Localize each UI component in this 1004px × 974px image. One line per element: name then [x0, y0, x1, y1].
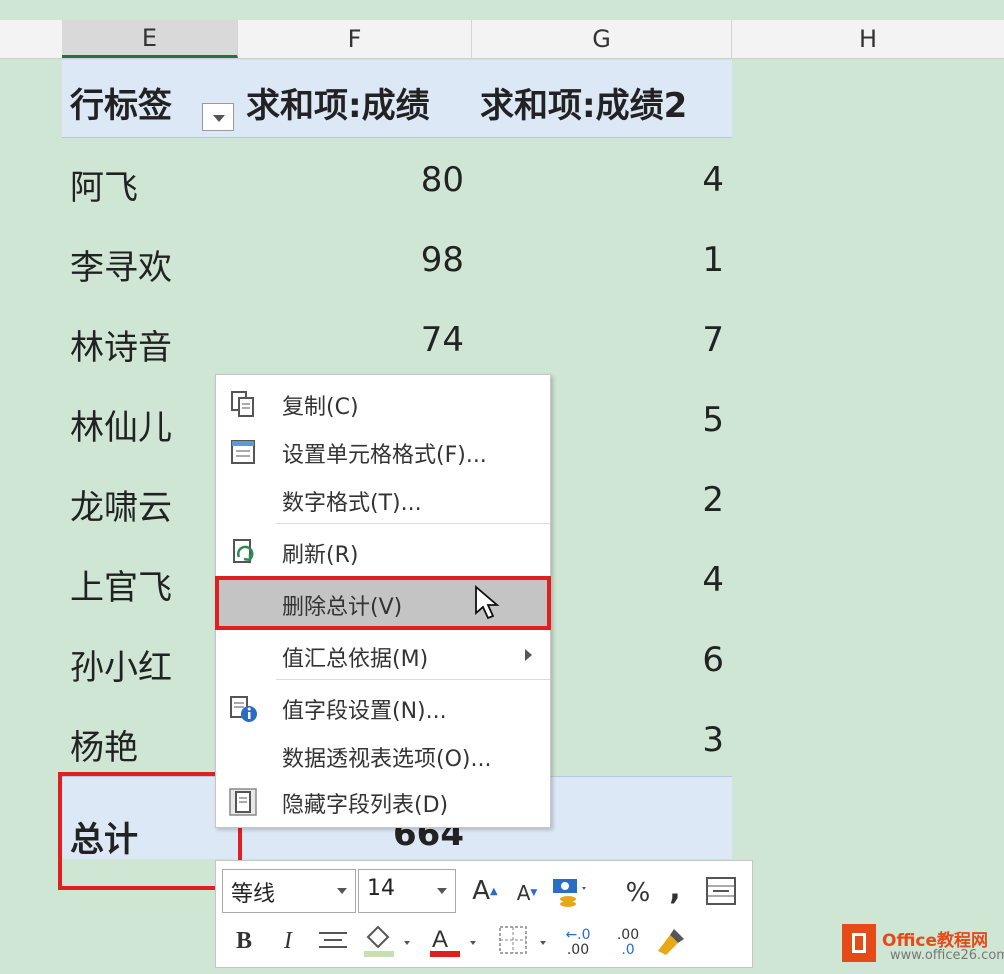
- column-header-g[interactable]: G: [472, 20, 732, 58]
- increase-decimal-arrow-icon: ←.0: [565, 927, 591, 943]
- wrap-text-icon[interactable]: [704, 875, 738, 907]
- increase-decimal-label: .00: [566, 942, 590, 958]
- bold-button[interactable]: B: [230, 921, 258, 961]
- field-settings-icon: [230, 696, 257, 722]
- chevron-down-icon: [437, 888, 447, 894]
- column-header-bar: E F G H: [0, 20, 1004, 59]
- column-label: E: [141, 23, 158, 52]
- menu-item-label: 隐藏字段列表(D): [282, 793, 449, 818]
- menu-item-copy[interactable]: 复制(C): [216, 379, 550, 429]
- menu-item-label: 数据透视表选项(O)...: [282, 747, 492, 772]
- row-rank: 2: [702, 480, 724, 520]
- menu-item-pivot-options[interactable]: 数据透视表选项(O)...: [216, 731, 550, 781]
- remove-grand-total-highlight-box: [215, 576, 551, 630]
- menu-item-summarize-by[interactable]: 值汇总依据(M): [216, 631, 550, 681]
- increase-font-size-icon[interactable]: A ▲: [468, 871, 502, 911]
- menu-item-refresh[interactable]: 刷新(R): [216, 527, 550, 577]
- refresh-icon: [233, 539, 254, 563]
- menu-item-label: 复制(C): [282, 395, 359, 420]
- filter-dropdown-button[interactable]: [202, 103, 234, 131]
- percent-style-button[interactable]: %: [618, 873, 658, 913]
- column-header-f[interactable]: F: [238, 20, 472, 58]
- menu-item-label: 刷新(R): [282, 543, 359, 568]
- sum-score2-header[interactable]: 求和项:成绩2: [480, 78, 687, 127]
- font-color-letter: A: [432, 926, 448, 953]
- font-color-icon[interactable]: A: [426, 923, 482, 959]
- row-rank: 1: [702, 240, 724, 280]
- row-name: 杨艳: [70, 728, 138, 768]
- accounting-format-icon[interactable]: [550, 873, 590, 909]
- row-name: 上官飞: [70, 568, 172, 608]
- font-name-combo[interactable]: 等线: [222, 869, 356, 913]
- decrease-decimal-button[interactable]: .00 .0: [608, 925, 648, 961]
- submenu-arrow-icon: [525, 649, 532, 661]
- menu-item-number-format[interactable]: 数字格式(T)...: [216, 475, 550, 525]
- mini-toolbar: 等线 14 A ▲ A ▼ % , B I A ←.0 .00 .00 .0: [215, 860, 753, 968]
- column-label: F: [347, 25, 362, 53]
- column-header-e[interactable]: E: [62, 20, 238, 58]
- fill-color-icon[interactable]: [360, 923, 416, 959]
- decrease-font-size-icon[interactable]: A ▼: [510, 875, 544, 911]
- logo-url: www.office26.com: [890, 948, 1004, 963]
- row-rank: 6: [702, 640, 724, 680]
- menu-item-format-cells[interactable]: 设置单元格格式(F)...: [216, 427, 550, 477]
- row-rank: 3: [702, 720, 724, 760]
- font-name-value: 等线: [231, 882, 276, 907]
- row-rank: 7: [702, 320, 724, 360]
- menu-item-label: 值汇总依据(M): [282, 647, 429, 672]
- format-painter-icon[interactable]: [654, 925, 690, 957]
- menu-item-value-field-settings[interactable]: 值字段设置(N)...: [216, 683, 550, 733]
- field-list-icon: [229, 788, 257, 816]
- menu-item-label: 值字段设置(N)...: [282, 699, 447, 724]
- font-size-value: 14: [367, 876, 395, 901]
- column-label: H: [858, 25, 878, 53]
- align-center-icon[interactable]: [316, 929, 350, 955]
- row-rank: 4: [702, 560, 724, 600]
- row-score: 98: [420, 240, 464, 280]
- office-logo-icon: [842, 924, 876, 962]
- menu-separator: [276, 679, 550, 680]
- increase-decimal-button[interactable]: ←.0 .00: [558, 925, 598, 961]
- row-score: 74: [420, 320, 464, 360]
- row-score: 80: [420, 160, 464, 200]
- row-name: 林仙儿: [70, 408, 172, 448]
- comma-style-button[interactable]: ,: [660, 869, 690, 909]
- decrease-decimal-arrow-icon: .00: [616, 927, 640, 943]
- sum-score-header[interactable]: 求和项:成绩: [246, 78, 430, 127]
- row-label-header[interactable]: 行标签: [70, 78, 172, 127]
- menu-item-label: 数字格式(T)...: [282, 491, 422, 516]
- row-name: 龙啸云: [70, 488, 172, 528]
- menu-item-label: 设置单元格格式(F)...: [282, 443, 487, 468]
- copy-icon: [231, 391, 254, 417]
- column-header-h[interactable]: H: [732, 20, 1004, 58]
- row-rank: 4: [702, 160, 724, 200]
- row-name: 孙小红: [70, 648, 172, 688]
- row-name: 林诗音: [70, 328, 172, 368]
- row-rank: 5: [702, 400, 724, 440]
- font-size-combo[interactable]: 14: [358, 869, 456, 913]
- menu-separator: [276, 523, 550, 524]
- menu-item-hide-field-list[interactable]: 隐藏字段列表(D): [216, 777, 550, 827]
- borders-icon[interactable]: [496, 923, 552, 959]
- italic-button[interactable]: I: [274, 921, 302, 961]
- column-label: G: [592, 25, 611, 53]
- format-cells-icon: [231, 440, 255, 464]
- decrease-decimal-label: .0: [621, 942, 635, 958]
- row-name: 李寻欢: [70, 248, 172, 288]
- chevron-down-icon: [337, 888, 347, 894]
- row-name: 阿飞: [70, 168, 138, 208]
- office26-logo: Office教程网 www.office26.com: [836, 918, 1004, 968]
